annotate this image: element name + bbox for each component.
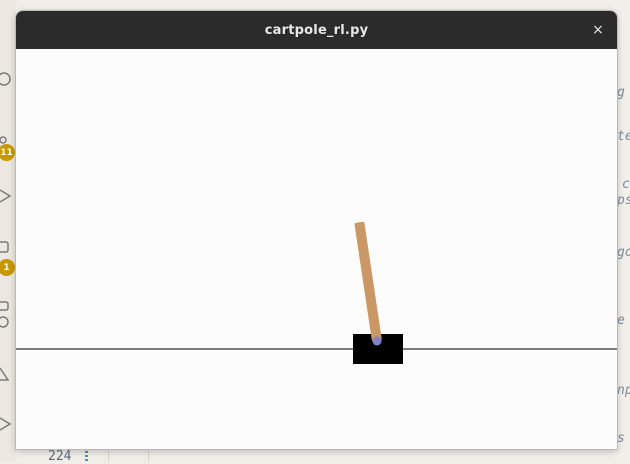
render-canvas	[16, 49, 617, 449]
svg-text:g: g	[617, 85, 625, 100]
remote-explorer-icon[interactable]	[0, 300, 16, 316]
outline-icon[interactable]	[0, 416, 16, 432]
testing-icon[interactable]	[0, 316, 16, 332]
close-icon[interactable]: ×	[589, 21, 607, 39]
svg-text:c: c	[622, 177, 630, 192]
svg-text:te: te	[617, 129, 630, 144]
activity-bar: 11 1	[0, 0, 16, 462]
indent-guide	[148, 448, 149, 462]
svg-text:e: e	[617, 313, 625, 328]
svg-text:np: np	[617, 383, 630, 398]
pole	[354, 221, 382, 342]
extensions-badge: 1	[0, 259, 15, 276]
svg-text:s: s	[617, 431, 625, 446]
cartpole-scene	[16, 221, 617, 364]
svg-text:ps: ps	[616, 193, 630, 208]
axle	[372, 336, 382, 346]
git-change-marker	[85, 451, 88, 462]
flask-icon[interactable]	[0, 366, 16, 382]
window-title: cartpole_rl.py	[264, 22, 369, 38]
search-icon[interactable]	[0, 72, 16, 88]
gutter-divider	[108, 448, 109, 462]
source-control-badge: 11	[0, 144, 15, 161]
extensions-icon[interactable]	[0, 240, 16, 256]
window-titlebar[interactable]: cartpole_rl.py ×	[16, 11, 617, 49]
svg-text:go: go	[617, 245, 630, 260]
run-debug-icon[interactable]	[0, 188, 16, 204]
cartpole-window: cartpole_rl.py ×	[16, 11, 617, 449]
